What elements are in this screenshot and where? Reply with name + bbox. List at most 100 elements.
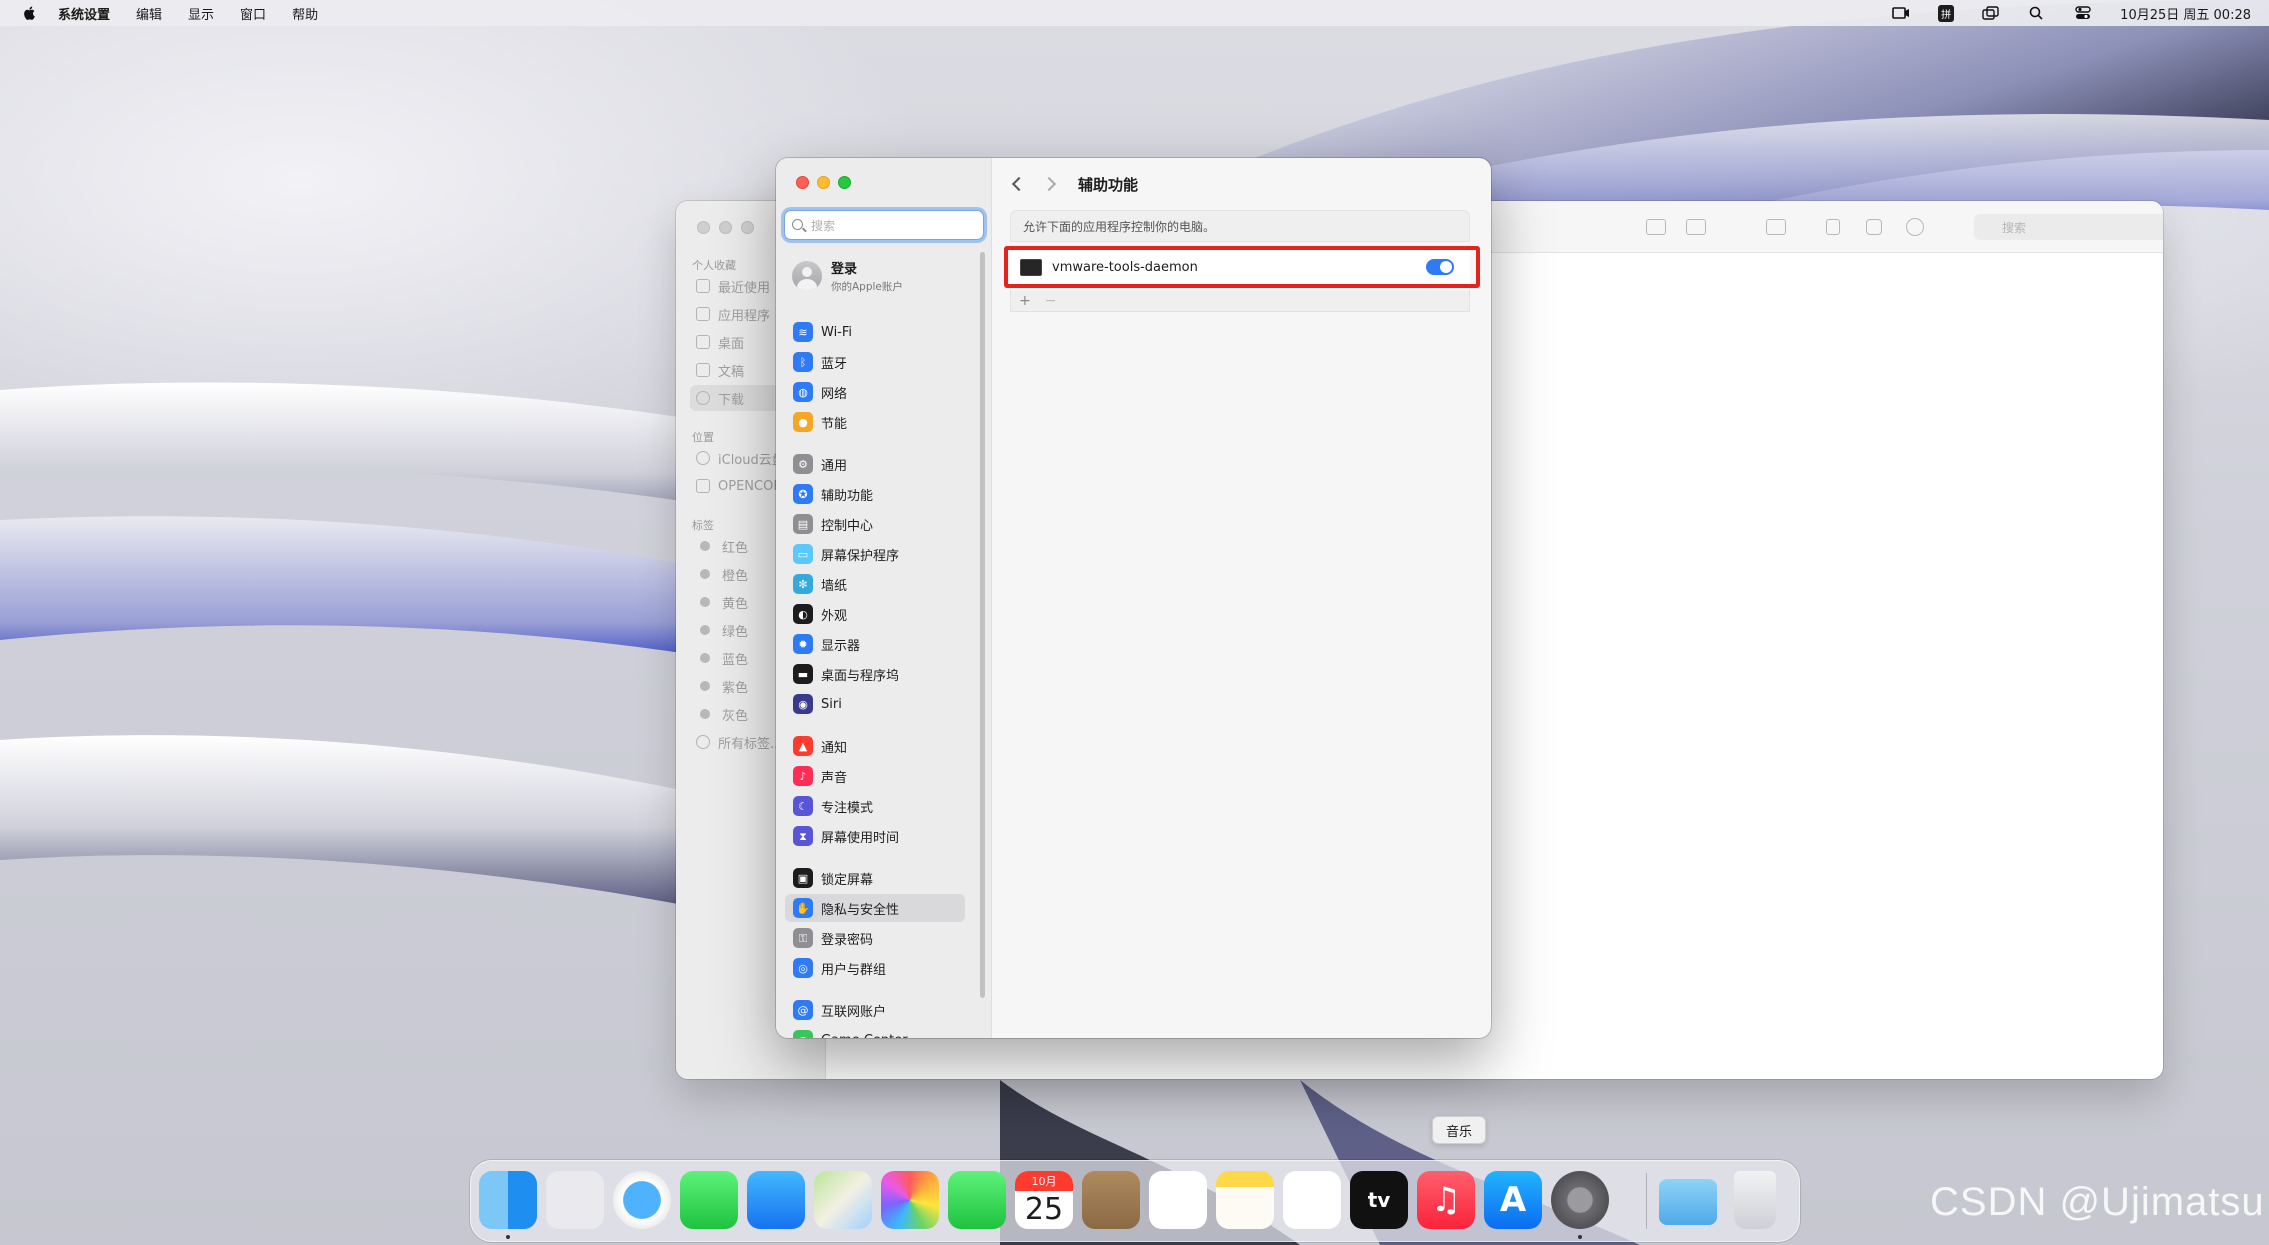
tag-dot-icon <box>700 681 710 691</box>
window-controls <box>796 176 851 189</box>
calendar-icon[interactable]: 10月 25 <box>1015 1171 1073 1229</box>
settings-search-input[interactable]: 搜索 <box>784 210 984 240</box>
sidebar-item-accessibility[interactable]: ✪ 辅助功能 <box>785 480 965 508</box>
sidebar-item-game-center[interactable]: ◕ Game Center <box>785 1026 965 1038</box>
sidebar-item-globe[interactable]: ◍ 网络 <box>785 378 965 406</box>
sidebar-item-gear[interactable]: ⚙ 通用 <box>785 450 965 478</box>
finder-item-label: 红色 <box>722 540 749 556</box>
forward-button[interactable] <box>1040 173 1062 195</box>
freeform-icon[interactable] <box>1283 1171 1341 1229</box>
window-switch-icon[interactable] <box>1982 6 2000 20</box>
back-button[interactable] <box>1006 173 1028 195</box>
sidebar-item-label: 节能 <box>821 416 848 432</box>
safari-icon[interactable] <box>613 1171 671 1229</box>
sidebar-item-wifi[interactable]: ≋ Wi-Fi <box>785 318 965 346</box>
sidebar-item-label: 互联网账户 <box>821 1004 887 1020</box>
sidebar-item-at[interactable]: @ 互联网账户 <box>785 996 965 1024</box>
notes-icon[interactable] <box>1216 1171 1274 1229</box>
sidebar-item-wallpaper[interactable]: ✼ 墙纸 <box>785 570 965 598</box>
sidebar-item-bell[interactable]: ▲ 通知 <box>785 732 965 760</box>
menu-help[interactable]: 帮助 <box>292 4 318 23</box>
contacts-icon[interactable] <box>1082 1171 1140 1229</box>
add-app-button[interactable]: + <box>1019 293 1031 309</box>
sidebar-item-key[interactable]: ⚿ 登录密码 <box>785 924 965 952</box>
system-settings-icon[interactable] <box>1551 1171 1609 1229</box>
apple-tv-icon[interactable]: tv <box>1350 1171 1408 1229</box>
sidebar-item-speaker[interactable]: ♪ 声音 <box>785 762 965 790</box>
remove-app-button[interactable]: − <box>1045 293 1057 309</box>
lightbulb-icon: ● <box>793 412 813 432</box>
share-icon[interactable] <box>1826 219 1840 235</box>
app-store-icon[interactable]: A <box>1484 1171 1542 1229</box>
sidebar-item-hand[interactable]: ✋ 隐私与安全性 <box>785 894 965 922</box>
menu-window[interactable]: 窗口 <box>240 4 266 23</box>
messages-icon[interactable] <box>680 1171 738 1229</box>
sidebar-item-display[interactable]: ✹ 显示器 <box>785 630 965 658</box>
finder-item-label: 绿色 <box>722 624 749 640</box>
app-permission-toggle[interactable] <box>1426 259 1454 275</box>
menu-view[interactable]: 显示 <box>188 4 214 23</box>
sidebar-item-control-center[interactable]: ▤ 控制中心 <box>785 510 965 538</box>
facetime-icon[interactable] <box>948 1171 1006 1229</box>
menu-edit[interactable]: 编辑 <box>136 4 162 23</box>
sidebar-item-screensaver[interactable]: ▭ 屏幕保护程序 <box>785 540 965 568</box>
downloads-folder-icon[interactable] <box>1659 1179 1717 1225</box>
mail-icon[interactable] <box>747 1171 805 1229</box>
appearance-icon: ◐ <box>793 604 813 624</box>
applications-icon <box>696 307 710 321</box>
finder-icon[interactable] <box>479 1171 537 1229</box>
more-actions-icon[interactable] <box>1906 218 1924 236</box>
finder-search-field[interactable]: 搜索 <box>1974 214 2163 240</box>
tag-icon[interactable] <box>1866 219 1882 235</box>
trash-icon[interactable] <box>1734 1171 1776 1229</box>
reminders-icon[interactable] <box>1149 1171 1207 1229</box>
sidebar-item-appearance[interactable]: ◐ 外观 <box>785 600 965 628</box>
sidebar-item-hourglass[interactable]: ⧗ 屏幕使用时间 <box>785 822 965 850</box>
gallery-view-icon[interactable] <box>1686 219 1706 235</box>
screen-record-icon[interactable] <box>1892 6 1910 20</box>
system-settings-window: 搜索 登录 你的Apple账户 ≋ Wi-Fi ᛒ 蓝牙 ◍ 网络 ● 节能 ⚙ 通用 ✪ 辅助功能 ▤… <box>776 158 1491 1038</box>
menu-app-name[interactable]: 系统设置 <box>58 4 110 23</box>
app-permission-row[interactable]: vmware-tools-daemon <box>1010 248 1470 286</box>
maps-icon[interactable] <box>814 1171 872 1229</box>
control-center-icon[interactable] <box>2074 6 2092 20</box>
tag-dot-icon <box>700 597 710 607</box>
minimize-button[interactable] <box>817 176 830 189</box>
sidebar-item-users[interactable]: ◎ 用户与群组 <box>785 954 965 982</box>
search-icon <box>792 219 803 230</box>
sidebar-item-moon[interactable]: ☾ 专注模式 <box>785 792 965 820</box>
apple-menu-icon[interactable] <box>22 5 38 21</box>
download-icon <box>696 391 710 405</box>
sidebar-item-lightbulb[interactable]: ● 节能 <box>785 408 965 436</box>
list-actions: + − <box>1010 290 1470 312</box>
close-button[interactable] <box>796 176 809 189</box>
finder-zoom-button[interactable] <box>741 221 754 234</box>
sidebar-item-siri[interactable]: ◉ Siri <box>785 690 965 718</box>
hand-icon: ✋ <box>793 898 813 918</box>
photos-icon[interactable] <box>881 1171 939 1229</box>
zoom-button[interactable] <box>838 176 851 189</box>
finder-minimize-button[interactable] <box>719 221 732 234</box>
wifi-icon: ≋ <box>793 322 813 342</box>
finder-section-locations: 位置 <box>692 431 714 444</box>
clock-icon <box>696 279 710 293</box>
spotlight-icon[interactable] <box>2028 6 2046 20</box>
sidebar-item-lock[interactable]: ▣ 锁定屏幕 <box>785 864 965 892</box>
dock-icon: ▬ <box>793 664 813 684</box>
tag-dot-icon <box>700 569 710 579</box>
apple-account-signin[interactable]: 登录 你的Apple账户 <box>792 256 982 296</box>
column-view-icon[interactable] <box>1646 219 1666 235</box>
dock-tooltip: 音乐 <box>1432 1116 1486 1144</box>
menu-clock[interactable]: 10月25日 周五 00:28 <box>2120 4 2251 23</box>
grid-group-icon[interactable] <box>1766 219 1786 235</box>
sidebar-item-dock[interactable]: ▬ 桌面与程序坞 <box>785 660 965 688</box>
input-method-icon[interactable]: 拼 <box>1938 4 1955 22</box>
sidebar-item-label: 通用 <box>821 458 848 474</box>
account-name: 登录 <box>831 262 858 277</box>
sidebar-scrollbar[interactable] <box>980 252 985 998</box>
dock-separator <box>1646 1173 1647 1229</box>
launchpad-icon[interactable] <box>546 1171 604 1229</box>
music-icon[interactable]: ♫ <box>1417 1171 1475 1229</box>
finder-close-button[interactable] <box>697 221 710 234</box>
sidebar-item-bluetooth[interactable]: ᛒ 蓝牙 <box>785 348 965 376</box>
